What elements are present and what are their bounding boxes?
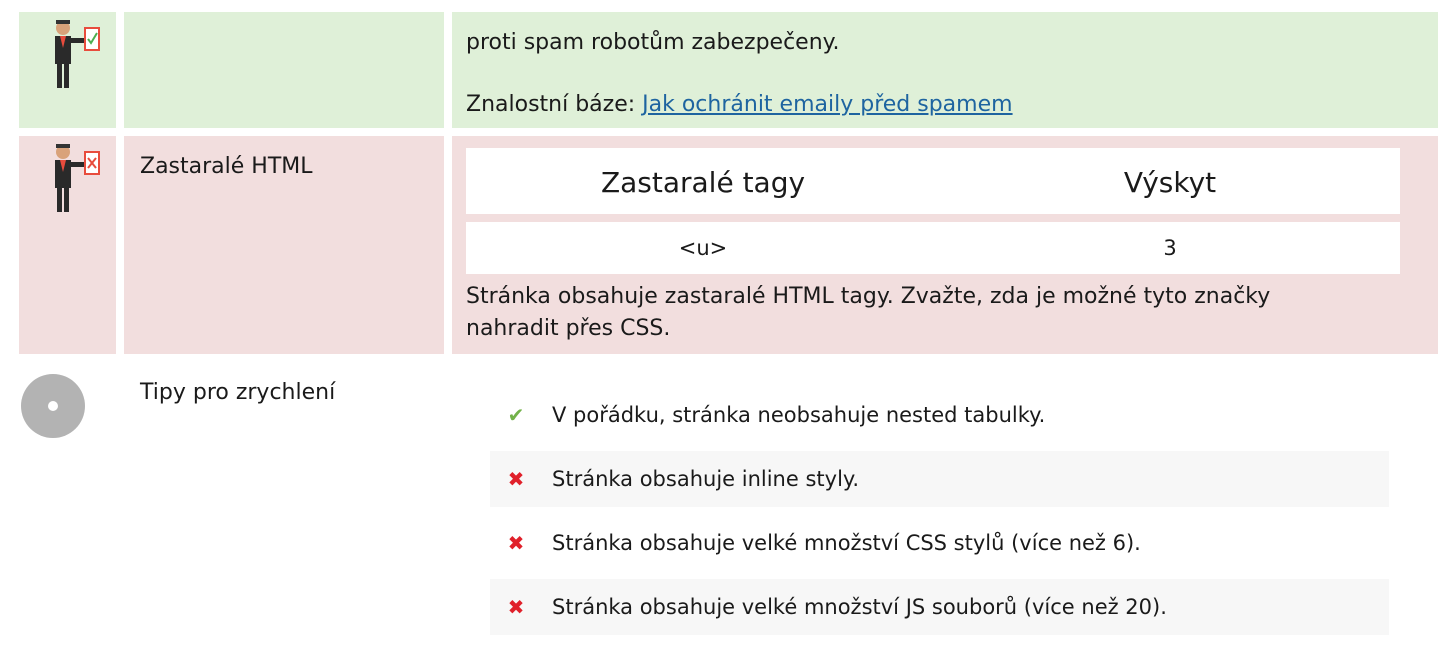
column-header-count: Výskyt (1123, 166, 1217, 199)
tip-text: Stránka obsahuje velké množství CSS styl… (552, 531, 1141, 555)
column-header-tags: Zastaralé tagy (600, 166, 806, 199)
businessman-ok-icon (55, 20, 100, 88)
businessman-fail-icon (55, 144, 100, 212)
tip-text: Stránka obsahuje inline styly. (552, 467, 860, 491)
speed-tips-list: ✔ V pořádku, stránka neobsahuje nested t… (466, 374, 1415, 658)
check-label-cell (124, 12, 444, 128)
status-icon-cell (19, 136, 116, 354)
cross-icon: ✖ (507, 595, 525, 619)
check-label-cell: Tipy pro zrychlení (124, 362, 444, 662)
check-body-cell: ✔ V pořádku, stránka neobsahuje nested t… (452, 362, 1438, 662)
list-item: ✔ V pořádku, stránka neobsahuje nested t… (490, 387, 1389, 443)
check-body-cell: Zastaralé tagy Výskyt <u> 3 Stránka obsa… (452, 136, 1438, 354)
check-icon: ✔ (507, 403, 525, 427)
list-item: ✖ Stránka obsahuje velké množství JS sou… (490, 579, 1389, 635)
tip-text: V pořádku, stránka neobsahuje nested tab… (552, 403, 1046, 427)
list-item: ✖ Stránka obsahuje inline styly. (490, 451, 1389, 507)
deprecated-html-note: Stránka obsahuje zastaralé HTML tagy. Zv… (466, 284, 1271, 341)
neutral-disc-icon (21, 374, 85, 438)
table-row: <u> 3 (466, 222, 1400, 274)
knowledge-base-label: Znalostní báze: (466, 92, 643, 117)
knowledge-base-link[interactable]: Jak ochránit emaily před spamem (642, 92, 1012, 117)
list-item: ✖ Stránka obsahuje velké množství CSS st… (490, 515, 1389, 571)
email-protection-text: proti spam robotům zabezpečeny. (466, 30, 840, 55)
table-header: Zastaralé tagy Výskyt (466, 148, 1400, 214)
check-body-cell: proti spam robotům zabezpečeny. Znalostn… (452, 12, 1438, 128)
cross-icon: ✖ (507, 467, 525, 491)
tip-text: Stránka obsahuje velké množství JS soubo… (552, 595, 1167, 619)
status-icon-cell (19, 362, 116, 662)
cross-icon: ✖ (507, 531, 525, 555)
knowledge-base-line: Znalostní báze: Jak ochránit emaily před… (466, 92, 1013, 117)
table-cell-count: 3 (1163, 236, 1177, 260)
table-cell-tag: <u> (678, 236, 728, 260)
status-icon-cell (19, 12, 116, 128)
check-title: Tipy pro zrychlení (140, 380, 336, 405)
check-label-cell: Zastaralé HTML (124, 136, 444, 354)
check-title: Zastaralé HTML (140, 154, 313, 179)
